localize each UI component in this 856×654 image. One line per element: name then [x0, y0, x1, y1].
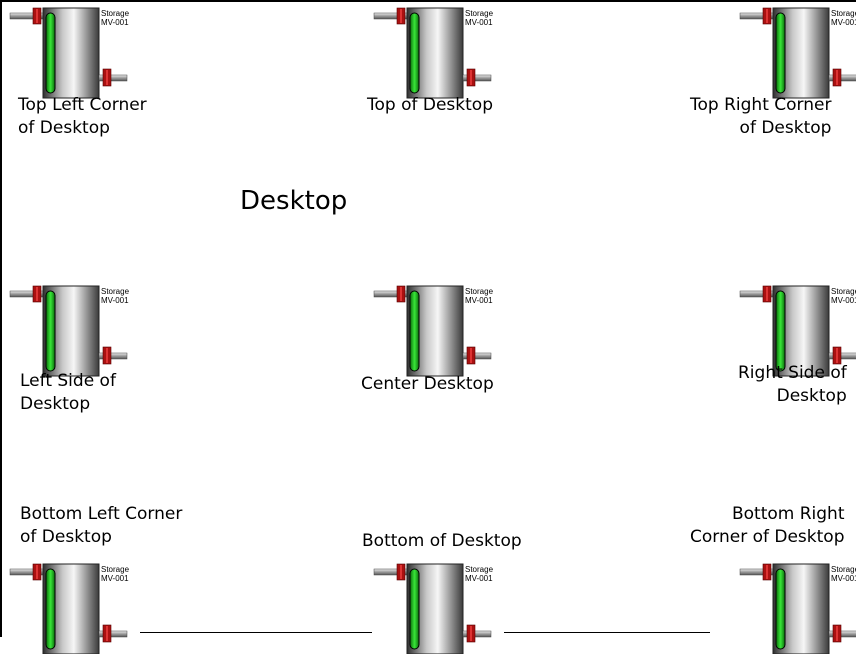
label-line: Bottom of Desktop [362, 531, 522, 551]
tank-bottom[interactable]: Storage MV-001 [373, 563, 534, 654]
tank-left-side[interactable]: Storage MV-001 [9, 285, 170, 377]
tank-top-right[interactable]: Storage MV-001 [739, 7, 856, 99]
label-top-right: Top Right Corner of Desktop [690, 94, 831, 140]
tank-caption-line2: MV-001 [465, 296, 493, 305]
label-line: Right Side of [738, 363, 847, 383]
tank-caption: Storage MV-001 [101, 287, 129, 305]
label-line: Bottom Left Corner [20, 504, 183, 524]
storage-tank-icon [9, 285, 128, 377]
label-line: Top of Desktop [367, 95, 493, 115]
label-bottom: Bottom of Desktop [362, 530, 522, 553]
label-right-side: Right Side of Desktop [738, 362, 847, 408]
tank-caption-line1: Storage [465, 287, 494, 296]
desktop-title: Desktop [240, 186, 348, 216]
tank-caption-line2: MV-001 [465, 574, 493, 583]
tank-center[interactable]: Storage MV-001 [373, 285, 534, 377]
label-center: Center Desktop [361, 373, 494, 396]
label-bottom-right: Bottom Right Corner of Desktop [690, 503, 845, 549]
tank-top-left[interactable]: Storage MV-001 [9, 7, 170, 99]
tank-caption: Storage MV-001 [465, 565, 493, 583]
label-line: Top Right Corner [690, 95, 832, 115]
label-line: Bottom Right [731, 504, 845, 524]
bottom-divider-left [140, 632, 372, 633]
label-line: of Desktop [18, 118, 110, 138]
tank-top[interactable]: Storage MV-001 [373, 7, 534, 99]
label-line: Top Left Corner [18, 95, 147, 115]
tank-caption-line1: Storage [831, 9, 856, 18]
tank-caption-line1: Storage [831, 565, 856, 574]
tank-caption-line2: MV-001 [101, 574, 129, 583]
tank-caption-line1: Storage [101, 287, 130, 296]
tank-caption-line2: MV-001 [831, 18, 856, 27]
label-top-left: Top Left Corner of Desktop [18, 94, 147, 140]
tank-caption-line2: MV-001 [101, 296, 129, 305]
tank-bottom-right[interactable]: Storage MV-001 [739, 563, 856, 654]
tank-caption-line1: Storage [831, 287, 856, 296]
tank-caption-line1: Storage [101, 565, 130, 574]
storage-tank-icon [9, 563, 128, 654]
storage-tank-icon [373, 7, 492, 99]
label-line: Left Side of [20, 371, 116, 391]
tank-caption-line2: MV-001 [831, 296, 856, 305]
tank-caption: Storage MV-001 [465, 287, 493, 305]
tank-caption-line2: MV-001 [465, 18, 493, 27]
tank-caption-line1: Storage [465, 565, 494, 574]
storage-tank-icon [373, 285, 492, 377]
tank-caption: Storage MV-001 [101, 9, 129, 27]
tank-caption: Storage MV-001 [465, 9, 493, 27]
tank-bottom-left[interactable]: Storage MV-001 [9, 563, 170, 654]
storage-tank-icon [9, 7, 128, 99]
tank-caption-line2: MV-001 [831, 574, 856, 583]
storage-tank-icon [373, 563, 492, 654]
label-line: Center Desktop [361, 374, 494, 394]
label-left-side: Left Side of Desktop [20, 370, 116, 416]
tank-caption-line1: Storage [101, 9, 130, 18]
tank-caption: Storage MV-001 [831, 287, 856, 305]
tank-caption-line1: Storage [465, 9, 494, 18]
tank-caption: Storage MV-001 [831, 9, 856, 27]
label-line: Desktop [20, 394, 91, 414]
label-top: Top of Desktop [367, 94, 493, 117]
tank-caption-line2: MV-001 [101, 18, 129, 27]
label-bottom-left: Bottom Left Corner of Desktop [20, 503, 182, 549]
label-line: Corner of Desktop [690, 527, 845, 547]
label-line: Desktop [776, 386, 847, 406]
tank-caption: Storage MV-001 [831, 565, 856, 583]
bottom-divider-right [504, 632, 710, 633]
label-line: of Desktop [739, 118, 832, 138]
tank-caption: Storage MV-001 [101, 565, 129, 583]
label-line: of Desktop [20, 527, 112, 547]
